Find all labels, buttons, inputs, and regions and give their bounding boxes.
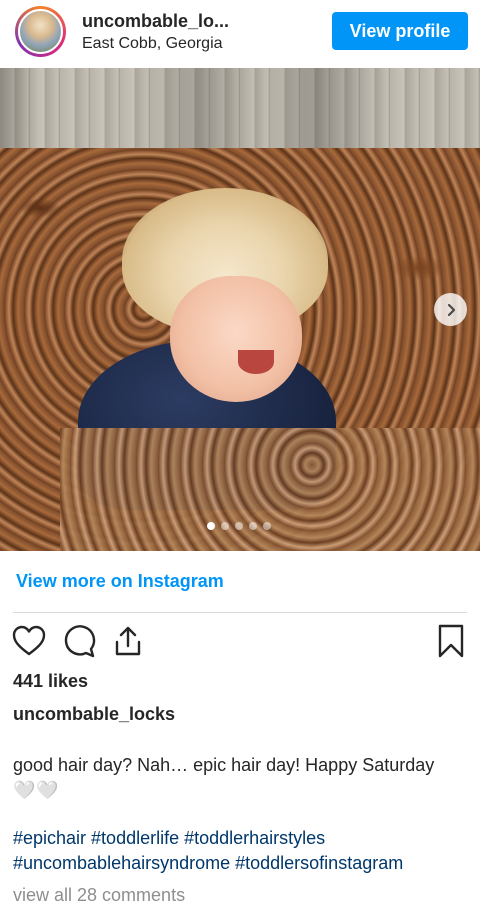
carousel-dot	[221, 522, 229, 530]
next-slide-button[interactable]	[434, 293, 467, 326]
avatar-image	[18, 9, 63, 54]
hashtag-line-2[interactable]: #uncombablehairsyndrome #toddlersofinsta…	[13, 853, 403, 873]
view-profile-button[interactable]: View profile	[332, 12, 468, 50]
child-mouth	[238, 350, 274, 374]
view-more-link[interactable]: View more on Instagram	[16, 571, 224, 592]
post-photo[interactable]	[0, 68, 480, 551]
comment-button[interactable]	[61, 622, 97, 660]
carousel-dot	[249, 522, 257, 530]
share-button[interactable]	[110, 622, 146, 660]
post-header: uncombable_lo... East Cobb, Georgia View…	[0, 0, 480, 68]
comment-icon	[64, 625, 96, 658]
carousel-dot	[235, 522, 243, 530]
avatar[interactable]	[15, 6, 66, 57]
divider	[13, 612, 467, 613]
action-bar	[0, 622, 480, 660]
caption-text: good hair day? Nah… epic hair day! Happy…	[13, 755, 435, 775]
share-icon	[115, 626, 141, 656]
caption-emoji: 🤍🤍	[13, 780, 60, 800]
save-button[interactable]	[433, 622, 469, 660]
username[interactable]: uncombable_lo...	[82, 11, 229, 32]
bookmark-icon	[438, 624, 464, 658]
child-face	[170, 276, 302, 402]
view-comments-link[interactable]: view all 28 comments	[13, 885, 185, 906]
location[interactable]: East Cobb, Georgia	[82, 35, 223, 53]
foreground-leaves	[60, 428, 480, 551]
hashtags: #epichair #toddlerlife #toddlerhairstyle…	[13, 826, 473, 876]
caption: good hair day? Nah… epic hair day! Happy…	[13, 753, 468, 803]
carousel-dots	[207, 522, 271, 530]
caption-username[interactable]: uncombable_locks	[13, 704, 175, 725]
hashtag-line-1[interactable]: #epichair #toddlerlife #toddlerhairstyle…	[13, 828, 325, 848]
like-button[interactable]	[11, 622, 47, 660]
chevron-right-icon	[447, 303, 455, 316]
carousel-dot	[207, 522, 215, 530]
heart-icon	[12, 625, 46, 656]
likes-count[interactable]: 441 likes	[13, 671, 88, 692]
carousel-dot	[263, 522, 271, 530]
